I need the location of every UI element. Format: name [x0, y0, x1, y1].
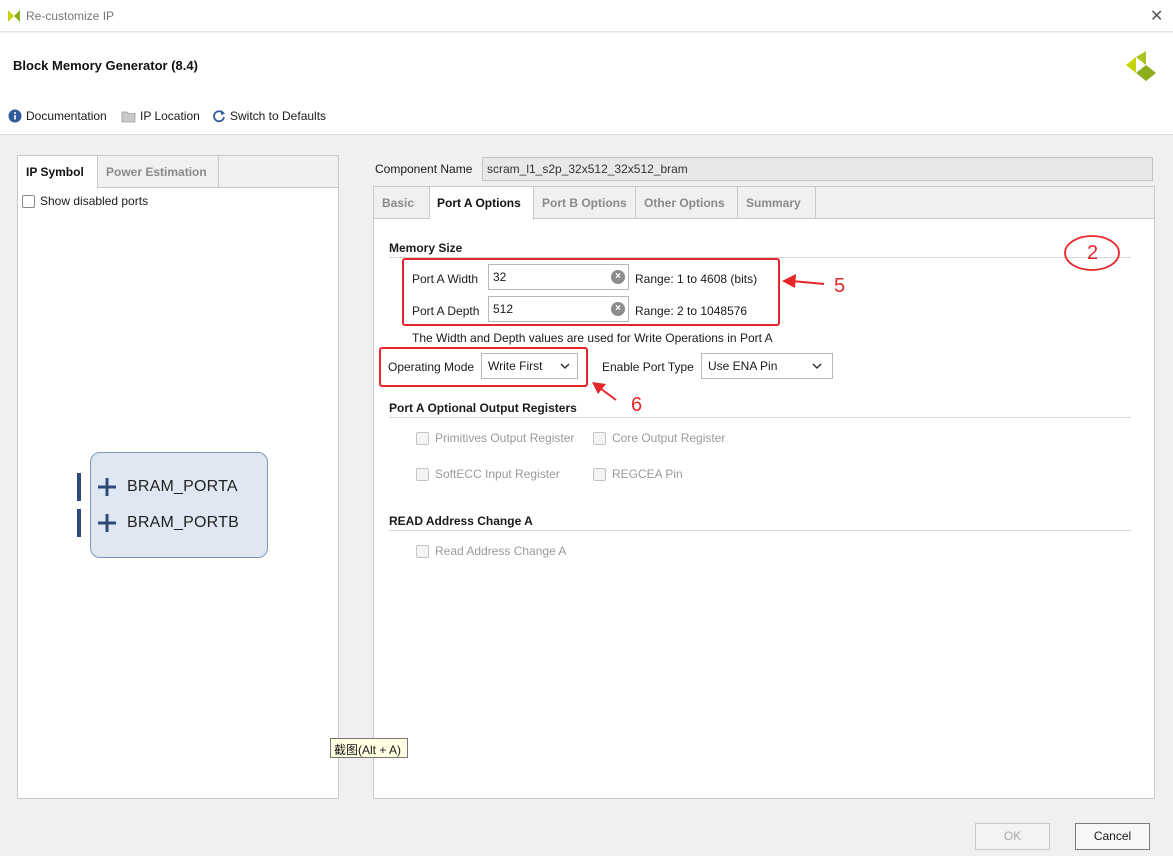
port-label-b: BRAM_PORTB [127, 514, 239, 531]
left-panel: IP Symbol Power Estimation Show disabled… [17, 155, 339, 799]
memory-size-title: Memory Size [389, 241, 463, 255]
read-address-change-row: Read Address Change A [416, 544, 566, 558]
ip-location-button[interactable]: IP Location [121, 109, 200, 123]
enable-port-type-select[interactable]: Use ENA Pin [701, 353, 833, 379]
close-icon[interactable]: ✕ [1150, 6, 1163, 26]
tab-other-options[interactable]: Other Options [636, 187, 738, 219]
ip-location-label: IP Location [140, 109, 200, 123]
component-name-label: Component Name [375, 162, 473, 176]
show-disabled-ports-row[interactable]: Show disabled ports [22, 194, 148, 208]
plus-icon[interactable] [97, 513, 117, 533]
core-output-register-row: Core Output Register [593, 431, 725, 445]
component-name-field[interactable]: scram_l1_s2p_32x512_32x512_bram [482, 157, 1153, 181]
core-output-register-label: Core Output Register [612, 431, 726, 445]
annotation-number-6: 6 [631, 394, 643, 416]
left-tab-bar: IP Symbol Power Estimation [18, 156, 338, 189]
read-address-title: READ Address Change A [389, 514, 533, 528]
show-disabled-ports-label: Show disabled ports [40, 194, 149, 208]
tab-port-b-options[interactable]: Port B Options [534, 187, 636, 219]
info-icon [8, 109, 22, 123]
main-tab-bar: Basic Port A Options Port B Options Othe… [374, 187, 1154, 220]
read-address-change-label: Read Address Change A [435, 544, 567, 558]
regcea-pin-label: REGCEA Pin [612, 467, 683, 481]
cancel-button[interactable]: Cancel [1075, 823, 1150, 850]
chevron-down-icon [812, 363, 822, 370]
switch-to-defaults-label: Switch to Defaults [230, 109, 327, 123]
port-row-a[interactable]: BRAM_PORTA [97, 472, 238, 502]
optional-registers-title: Port A Optional Output Registers [389, 401, 577, 415]
ip-symbol-block: BRAM_PORTA BRAM_PORTB [90, 452, 268, 558]
port-label-a: BRAM_PORTA [127, 478, 238, 495]
read-address-divider [389, 530, 1131, 531]
plus-icon[interactable] [97, 477, 117, 497]
xilinx-brand-icon [1126, 51, 1156, 81]
title-bar: Re-customize IP ✕ [0, 0, 1173, 32]
annotation-box-memory-size [402, 258, 780, 326]
documentation-label: Documentation [26, 109, 107, 123]
softecc-input-register-label: SoftECC Input Register [435, 467, 560, 481]
enable-port-type-value: Use ENA Pin [708, 359, 778, 373]
tab-power-estimation[interactable]: Power Estimation [98, 156, 219, 188]
core-output-register-checkbox [593, 431, 606, 445]
folder-icon [121, 111, 136, 122]
primitives-output-register-row: Primitives Output Register [416, 431, 574, 445]
optional-registers-divider [389, 417, 1131, 418]
page-title: Block Memory Generator (8.4) [13, 58, 198, 73]
softecc-input-register-row: SoftECC Input Register [416, 467, 560, 481]
width-depth-note: The Width and Depth values are used for … [412, 331, 773, 345]
documentation-button[interactable]: Documentation [8, 109, 107, 123]
port-row-b[interactable]: BRAM_PORTB [97, 508, 239, 538]
switch-to-defaults-button[interactable]: Switch to Defaults [212, 109, 326, 123]
annotation-arrow-5-icon [782, 274, 825, 288]
porta-bus-bars [77, 473, 81, 501]
portb-bus-bars [77, 509, 81, 537]
annotation-number-2: 2 [1087, 242, 1099, 264]
enable-port-type-label: Enable Port Type [602, 360, 694, 374]
header: Block Memory Generator (8.4) Documentati… [0, 33, 1173, 135]
read-address-change-checkbox [416, 544, 429, 558]
tab-summary[interactable]: Summary [738, 187, 816, 219]
annotation-number-5: 5 [834, 275, 846, 297]
primitives-output-register-checkbox [416, 431, 429, 445]
annotation-box-operating-mode [379, 347, 588, 387]
annotation-arrow-6-icon [592, 382, 617, 401]
show-disabled-ports-checkbox[interactable] [22, 194, 35, 208]
ok-button[interactable]: OK [975, 823, 1050, 850]
softecc-input-register-checkbox [416, 467, 429, 481]
regcea-pin-checkbox [593, 467, 606, 481]
tab-port-a-options[interactable]: Port A Options [430, 187, 534, 220]
regcea-pin-row: REGCEA Pin [593, 467, 683, 481]
screenshot-tooltip: 截图(Alt + A) [330, 738, 408, 758]
primitives-output-register-label: Primitives Output Register [435, 431, 575, 445]
xilinx-logo-icon [8, 10, 20, 22]
window-title: Re-customize IP [26, 9, 115, 23]
refresh-icon [213, 110, 225, 123]
tab-ip-symbol[interactable]: IP Symbol [18, 156, 98, 189]
tab-basic[interactable]: Basic [374, 187, 430, 219]
